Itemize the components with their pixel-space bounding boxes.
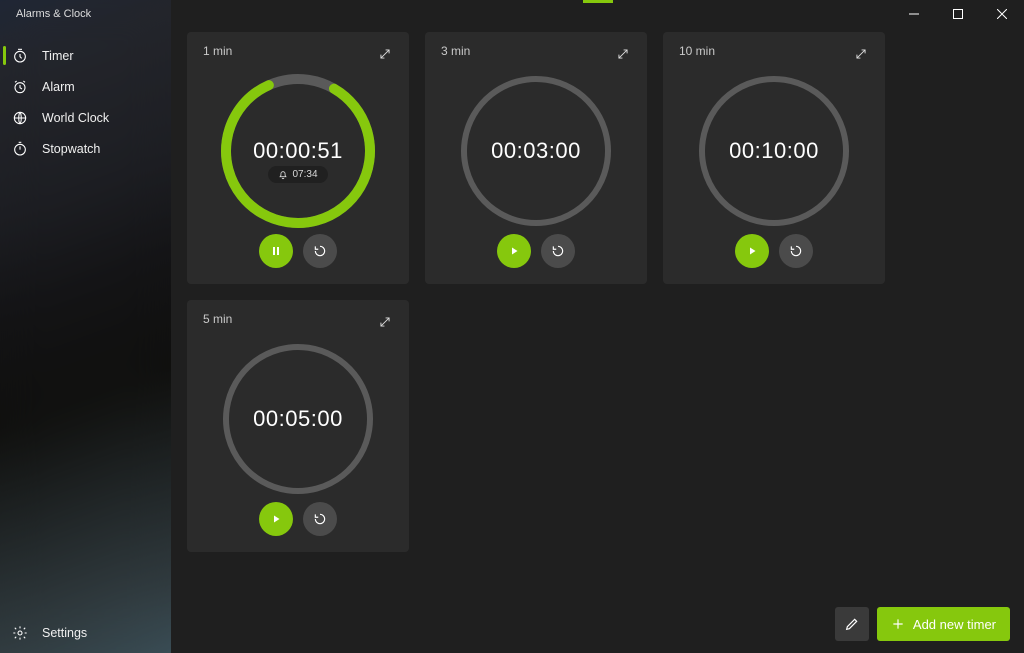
reset-button[interactable] [303,502,337,536]
play-button[interactable] [735,234,769,268]
expand-icon [854,47,868,61]
maximize-button[interactable] [936,0,980,28]
reset-icon [551,244,565,258]
timer-title: 1 min [203,44,232,58]
nav-label: Timer [42,49,73,63]
minimize-button[interactable] [892,0,936,28]
settings-label: Settings [42,626,87,640]
progress-ring [190,311,406,527]
play-button[interactable] [259,502,293,536]
gear-icon [12,625,28,641]
nav-stopwatch[interactable]: Stopwatch [0,133,171,164]
timer-controls [735,234,813,268]
expand-icon [378,315,392,329]
window-controls [892,0,1024,28]
expand-button[interactable] [373,310,397,334]
progress-ring [190,43,406,259]
timer-card[interactable]: 3 min 00:03:00 [425,32,647,284]
reset-button[interactable] [303,234,337,268]
pause-icon [270,245,282,257]
expand-icon [378,47,392,61]
bell-icon [278,170,288,180]
alarm-time-pill: 07:34 [268,166,327,183]
sidebar: Alarms & Clock Timer Alarm World Clock S… [0,0,171,653]
nav: Timer Alarm World Clock Stopwatch [0,28,171,613]
main: 1 min 00:00:51 07:34 3 min 00:03:00 10 m… [171,0,1024,653]
progress-ring [428,43,644,259]
timer-ring: 00:05:00 [219,340,377,498]
timer-controls [497,234,575,268]
timer-ring: 00:03:00 [457,72,615,230]
reset-icon [313,512,327,526]
nav-label: Stopwatch [42,142,100,156]
nav-label: World Clock [42,111,109,125]
reset-button[interactable] [779,234,813,268]
timer-title: 5 min [203,312,232,326]
stopwatch-icon [12,141,28,157]
timer-controls [259,502,337,536]
nav-label: Alarm [42,80,75,94]
alarm-icon [12,79,28,95]
expand-button[interactable] [611,42,635,66]
app-title: Alarms & Clock [0,0,171,28]
expand-button[interactable] [849,42,873,66]
nav-alarm[interactable]: Alarm [0,71,171,102]
play-icon [270,513,282,525]
add-new-timer-button[interactable]: Add new timer [877,607,1010,641]
plus-icon [891,617,905,631]
timer-cards: 1 min 00:00:51 07:34 3 min 00:03:00 10 m… [187,32,1024,552]
nav-settings[interactable]: Settings [0,613,171,653]
progress-ring [666,43,882,259]
edit-button[interactable] [835,607,869,641]
globe-icon [12,110,28,126]
timer-title: 3 min [441,44,470,58]
timer-card[interactable]: 10 min 00:10:00 [663,32,885,284]
play-button[interactable] [497,234,531,268]
pause-button[interactable] [259,234,293,268]
content: 1 min 00:00:51 07:34 3 min 00:03:00 10 m… [171,0,1024,653]
close-button[interactable] [980,0,1024,28]
top-accent [583,0,613,3]
reset-icon [313,244,327,258]
timer-card[interactable]: 5 min 00:05:00 [187,300,409,552]
nav-timer[interactable]: Timer [0,40,171,71]
reset-icon [789,244,803,258]
expand-button[interactable] [373,42,397,66]
add-timer-label: Add new timer [913,617,996,632]
reset-button[interactable] [541,234,575,268]
bottom-bar: Add new timer [835,607,1010,641]
play-icon [746,245,758,257]
play-icon [508,245,520,257]
timer-ring: 00:00:51 07:34 [219,72,377,230]
timer-ring: 00:10:00 [695,72,853,230]
timer-card[interactable]: 1 min 00:00:51 07:34 [187,32,409,284]
alarm-time: 07:34 [292,169,317,180]
timer-controls [259,234,337,268]
expand-icon [616,47,630,61]
timer-title: 10 min [679,44,715,58]
timer-icon [12,48,28,64]
nav-world-clock[interactable]: World Clock [0,102,171,133]
